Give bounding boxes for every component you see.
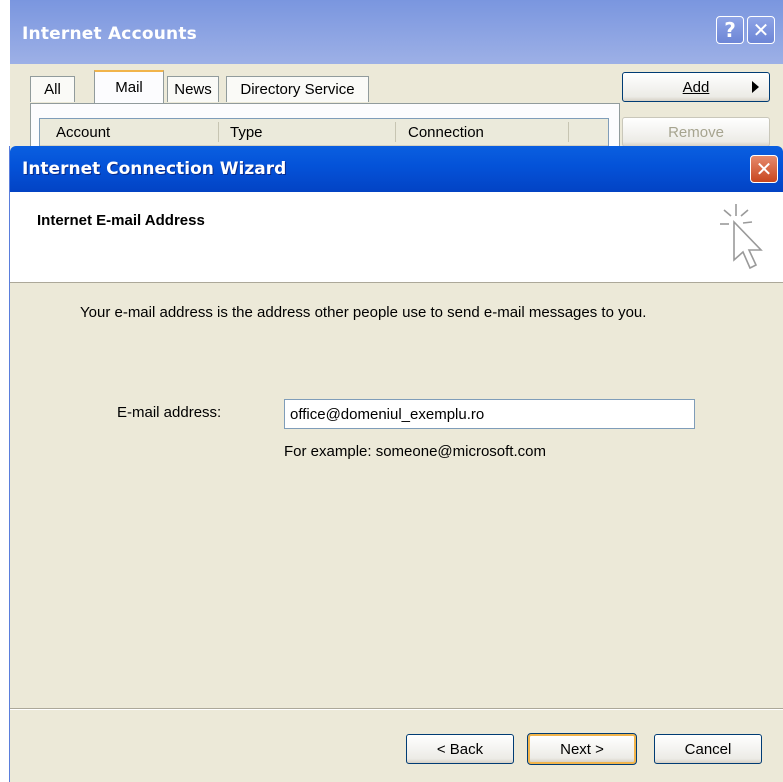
page-heading: Internet E-mail Address (37, 212, 205, 229)
wizard-title: Internet Connection Wizard (22, 159, 287, 179)
column-connection[interactable]: Connection (408, 124, 484, 141)
cursor-sparkle-icon (720, 204, 763, 270)
remove-button: Remove (622, 117, 770, 147)
arrow-right-icon (752, 81, 759, 93)
accounts-window-title: Internet Accounts (22, 24, 197, 44)
accounts-close-icon[interactable]: ✕ (747, 16, 775, 44)
column-divider[interactable] (568, 122, 569, 142)
email-label: E-mail address: (117, 404, 222, 421)
wizard-header: Internet E-mail Address (10, 192, 783, 283)
wizard-close-icon[interactable]: ✕ (750, 155, 778, 183)
wizard-description: Your e-mail address is the address other… (80, 304, 647, 321)
tab-news[interactable]: News (167, 76, 219, 102)
wizard-titlebar[interactable]: Internet Connection Wizard ✕ (10, 146, 783, 192)
tab-mail[interactable]: Mail (94, 70, 164, 103)
back-button[interactable]: < Back (406, 734, 514, 764)
tab-directory-service[interactable]: Directory Service (226, 76, 369, 102)
help-icon[interactable]: ? (716, 16, 744, 44)
email-address-input[interactable] (284, 399, 695, 429)
column-divider[interactable] (395, 122, 396, 142)
add-button-label: Add (682, 78, 710, 96)
account-list-header: Account Type Connection (40, 119, 608, 146)
next-button[interactable]: Next > (527, 733, 637, 765)
email-example-text: For example: someone@microsoft.com (284, 443, 546, 460)
internet-connection-wizard: Internet Connection Wizard ✕ Internet E-… (10, 146, 783, 782)
footer-divider (10, 708, 783, 710)
add-button[interactable]: Add (622, 72, 770, 102)
tab-all[interactable]: All (30, 76, 75, 102)
column-account[interactable]: Account (56, 124, 110, 141)
cancel-button[interactable]: Cancel (654, 734, 762, 764)
accounts-titlebar[interactable]: Internet Accounts ? ✕ (10, 0, 783, 64)
column-divider[interactable] (218, 122, 219, 142)
column-type[interactable]: Type (230, 124, 263, 141)
